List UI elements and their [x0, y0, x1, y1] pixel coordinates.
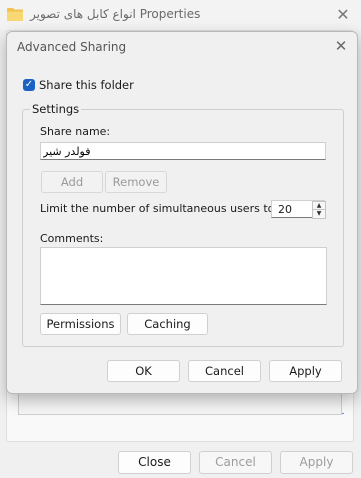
close-icon[interactable]: ✕	[330, 4, 356, 26]
comments-label: Comments:	[40, 232, 104, 245]
advanced-sharing-dialog: Advanced Sharing ✕ ✓ Share this folder S…	[6, 31, 358, 394]
share-folder-label: Share this folder	[39, 78, 134, 92]
comments-textarea[interactable]	[40, 247, 327, 305]
close-icon[interactable]: ✕	[329, 36, 353, 56]
spin-down-icon[interactable]: ▼	[312, 209, 326, 219]
share-folder-option[interactable]: ✓ Share this folder	[23, 78, 134, 92]
share-name-input[interactable]	[40, 142, 326, 160]
dialog-title: Advanced Sharing	[17, 40, 127, 54]
user-limit-stepper[interactable]: 20 ▲ ▼	[271, 200, 326, 219]
properties-title: انواع کابل های تصویر Properties	[30, 7, 201, 21]
permissions-button[interactable]: Permissions	[40, 313, 121, 335]
add-button[interactable]: Add	[41, 171, 103, 193]
share-name-label: Share name:	[40, 125, 111, 138]
properties-cancel-button[interactable]: Cancel	[199, 451, 272, 474]
user-limit-value[interactable]: 20	[278, 203, 292, 216]
folder-icon	[7, 8, 23, 21]
caching-button[interactable]: Caching	[127, 313, 208, 335]
properties-apply-button[interactable]: Apply	[280, 451, 353, 474]
settings-group: Settings Share name: Add Remove Limit th…	[22, 102, 344, 347]
limit-users-label: Limit the number of simultaneous users t…	[40, 202, 279, 215]
ok-button[interactable]: OK	[107, 360, 180, 382]
apply-button[interactable]: Apply	[269, 360, 342, 382]
properties-inner-frame	[18, 392, 342, 415]
share-folder-checkbox[interactable]: ✓	[23, 79, 35, 91]
properties-close-button[interactable]: Close	[118, 451, 191, 474]
properties-titlebar: انواع کابل های تصویر Properties ✕	[0, 0, 361, 30]
remove-button[interactable]: Remove	[105, 171, 167, 193]
cancel-button[interactable]: Cancel	[188, 360, 261, 382]
settings-legend: Settings	[30, 102, 82, 116]
